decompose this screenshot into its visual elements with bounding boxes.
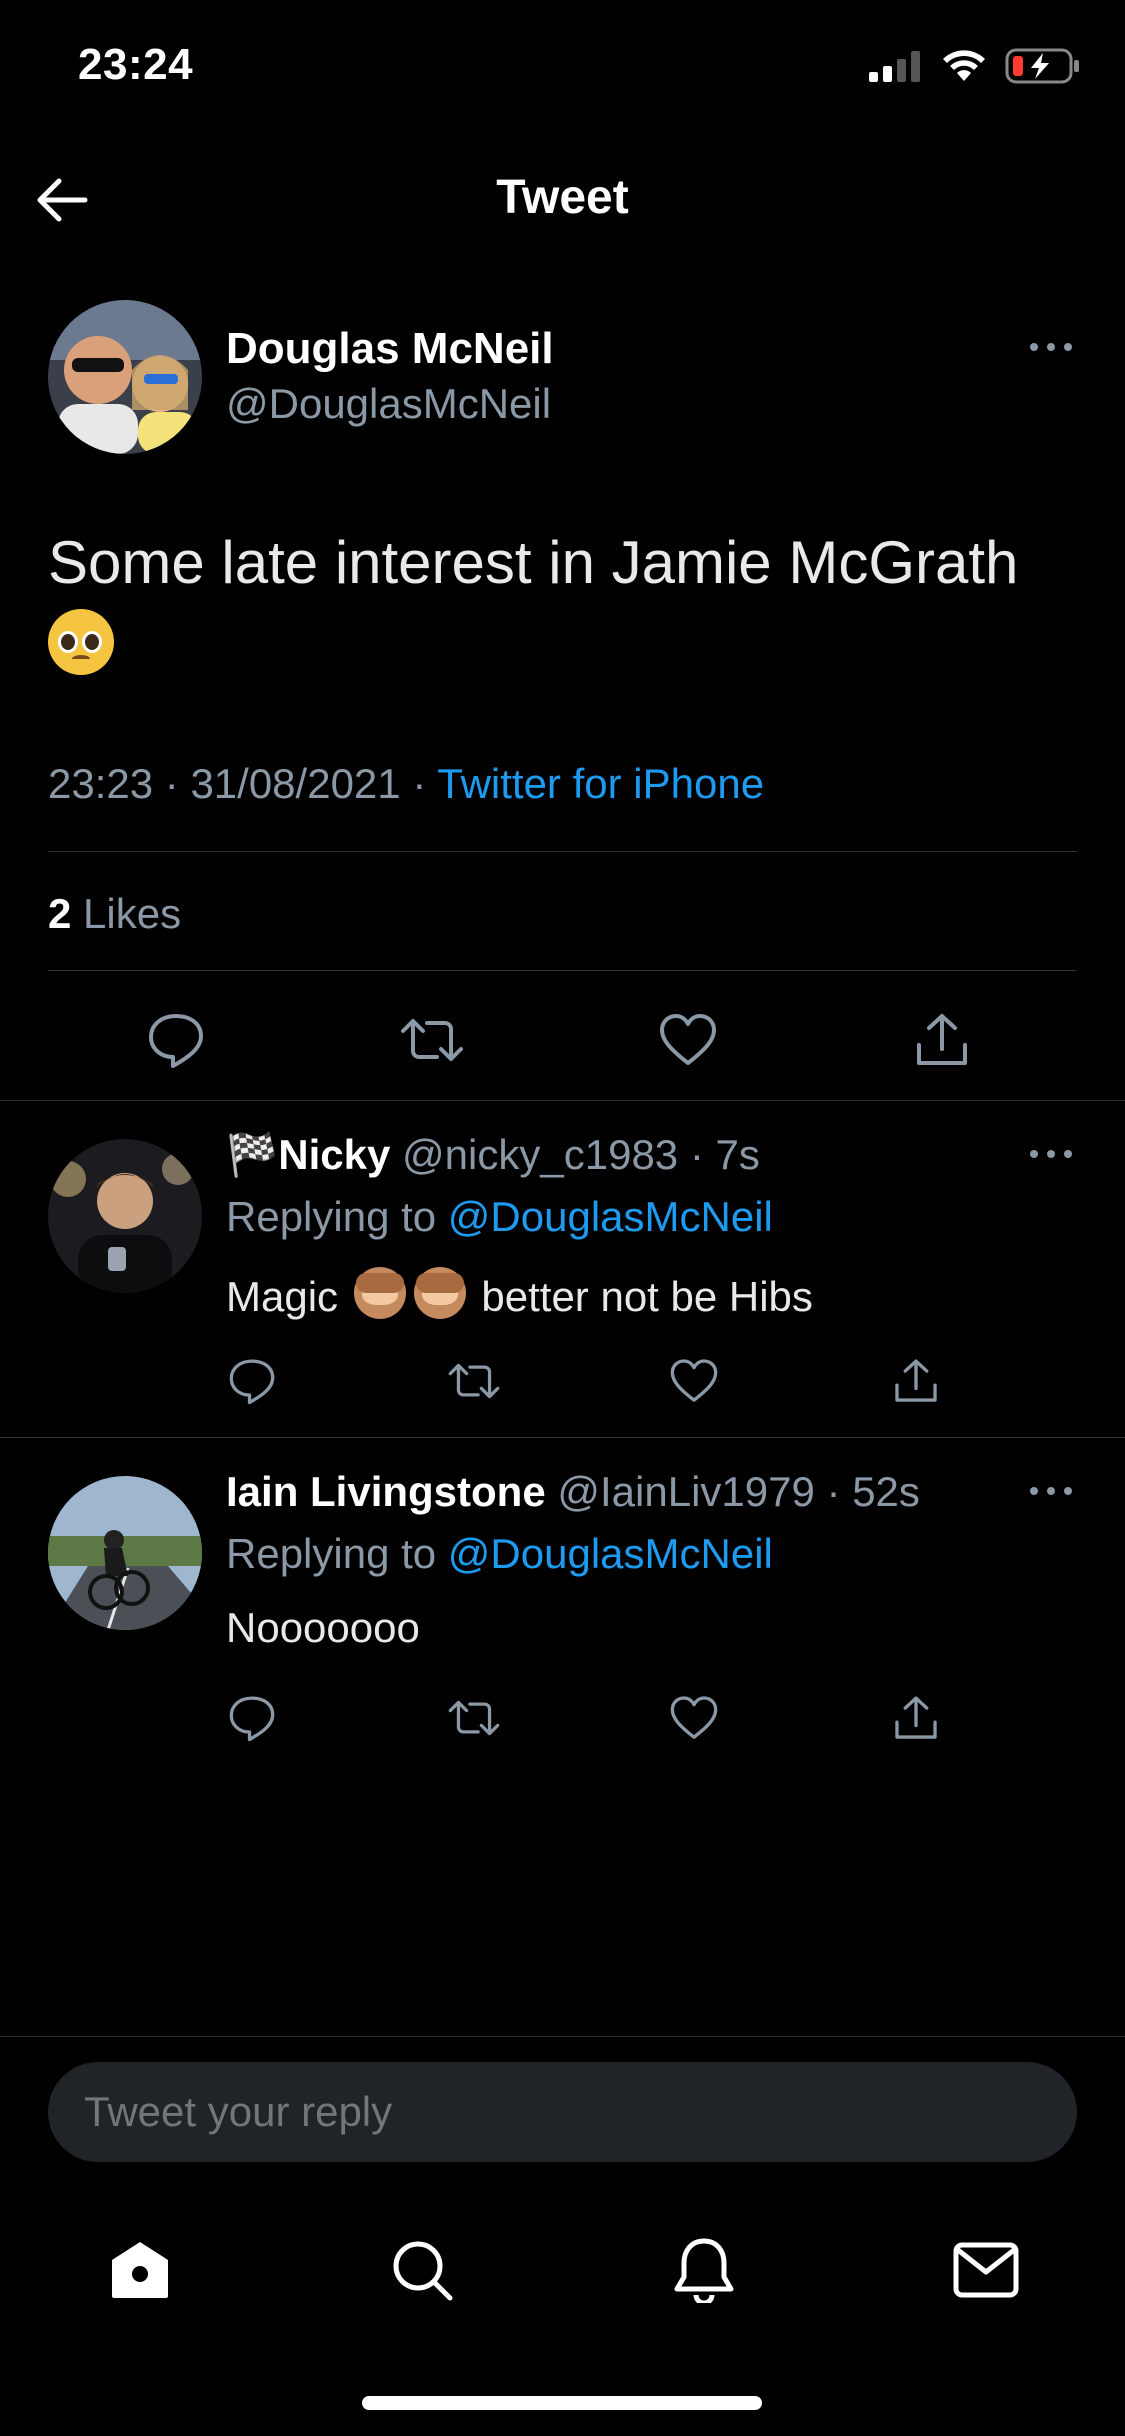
more-button[interactable] xyxy=(1029,1147,1073,1165)
reply-header: 🏁Nicky @nicky_c1983 · 7s xyxy=(226,1131,760,1178)
reply-time: 52s xyxy=(852,1468,920,1515)
share-icon xyxy=(917,1014,967,1065)
share-icon xyxy=(895,1359,937,1402)
retweet-icon xyxy=(448,1700,500,1736)
reply-author-handle[interactable]: @IainLiv1979 xyxy=(557,1468,814,1515)
see-no-evil-monkey-emoji xyxy=(413,1267,466,1319)
tweet-text-content: Some late interest in Jamie McGrath xyxy=(48,529,1019,596)
divider xyxy=(48,970,1077,971)
home-icon xyxy=(112,2242,168,2298)
home-indicator[interactable] xyxy=(362,2396,762,2410)
tweet-date: 31/08/2021 xyxy=(190,760,401,807)
divider xyxy=(48,851,1077,852)
retweet-button[interactable] xyxy=(442,1686,506,1750)
mail-icon xyxy=(953,2242,1019,2298)
share-button[interactable] xyxy=(902,1000,982,1080)
tweet-text: Some late interest in Jamie McGrath xyxy=(48,522,1088,686)
likes-number: 2 xyxy=(48,890,72,937)
author-name[interactable]: Douglas McNeil xyxy=(226,324,554,374)
tweet-source-link[interactable]: Twitter for iPhone xyxy=(437,760,764,807)
replying-to: Replying to @DouglasMcNeil xyxy=(226,1193,773,1241)
signal-icon xyxy=(869,51,920,82)
reply-author-name[interactable]: Nicky xyxy=(278,1131,390,1178)
more-icon xyxy=(1030,343,1072,351)
replying-prefix: Replying to xyxy=(226,1530,437,1577)
battery-charging-icon xyxy=(1005,48,1079,84)
status-bar: 23:24 xyxy=(0,0,1125,140)
nav-search[interactable] xyxy=(372,2220,472,2320)
like-button[interactable] xyxy=(662,1686,726,1750)
share-button[interactable] xyxy=(884,1349,948,1413)
reply-composer[interactable] xyxy=(48,2062,1077,2162)
heart-icon xyxy=(670,1696,718,1739)
reply-tweet[interactable]: Iain Livingstone @IainLiv1979 · 52s Repl… xyxy=(0,1438,1125,1774)
header: Tweet xyxy=(0,140,1125,256)
reply-input[interactable] xyxy=(48,2062,1077,2162)
tweet-time: 23:23 xyxy=(48,760,154,807)
reply-text-before: Magic xyxy=(226,1273,339,1320)
bell-icon xyxy=(674,2238,734,2303)
more-button[interactable] xyxy=(1029,340,1073,358)
reply-author-handle[interactable]: @nicky_c1983 xyxy=(402,1131,678,1178)
reply-text-after: better not be Hibs xyxy=(481,1273,813,1320)
wifi-icon xyxy=(943,50,985,81)
reply-action-bar xyxy=(0,1686,1125,1750)
reply-icon xyxy=(229,1696,275,1742)
reply-icon xyxy=(229,1359,275,1405)
reply-button[interactable] xyxy=(220,1349,284,1413)
reply-button[interactable] xyxy=(136,1000,216,1080)
heart-icon xyxy=(660,1014,716,1065)
avatar[interactable] xyxy=(48,300,202,454)
search-icon xyxy=(393,2241,453,2301)
reply-tweet[interactable]: 🏁Nicky @nicky_c1983 · 7s Replying to @Do… xyxy=(0,1101,1125,1437)
see-no-evil-monkey-emoji xyxy=(353,1267,406,1319)
flag-emoji: 🏁 xyxy=(226,1131,279,1178)
share-icon xyxy=(895,1696,937,1739)
reply-author-name[interactable]: Iain Livingstone xyxy=(226,1468,546,1515)
tweet-action-bar xyxy=(0,1000,1125,1080)
bottom-nav xyxy=(0,2220,1125,2340)
more-icon xyxy=(1030,1487,1072,1495)
retweet-icon xyxy=(401,1019,463,1061)
author-handle[interactable]: @DouglasMcNeil xyxy=(226,380,551,428)
nav-home[interactable] xyxy=(90,2220,190,2320)
more-button[interactable] xyxy=(1029,1484,1073,1502)
likes-label: Likes xyxy=(83,890,182,937)
replying-prefix: Replying to xyxy=(226,1193,437,1240)
nav-notifications[interactable] xyxy=(654,2220,754,2320)
avatar[interactable] xyxy=(48,1476,202,1630)
reply-icon xyxy=(149,1014,203,1068)
reply-text: Magic better not be Hibs xyxy=(226,1267,813,1321)
retweet-button[interactable] xyxy=(392,1000,472,1080)
pleading-face-emoji xyxy=(48,609,114,675)
likes-count[interactable]: 2 Likes xyxy=(48,890,181,938)
heart-icon xyxy=(670,1359,718,1402)
nav-messages[interactable] xyxy=(936,2220,1036,2320)
page-title: Tweet xyxy=(496,171,629,224)
like-button[interactable] xyxy=(648,1000,728,1080)
retweet-button[interactable] xyxy=(442,1349,506,1413)
reply-action-bar xyxy=(0,1349,1125,1413)
reply-button[interactable] xyxy=(220,1686,284,1750)
divider xyxy=(0,2036,1125,2037)
replying-to: Replying to @DouglasMcNeil xyxy=(226,1530,773,1578)
reply-text: Nooooooo xyxy=(226,1604,420,1651)
mention-link[interactable]: @DouglasMcNeil xyxy=(448,1193,773,1240)
tweet-meta: 23:23 · 31/08/2021 · Twitter for iPhone xyxy=(48,760,765,807)
share-button[interactable] xyxy=(884,1686,948,1750)
mention-link[interactable]: @DouglasMcNeil xyxy=(448,1530,773,1577)
avatar[interactable] xyxy=(48,1139,202,1293)
reply-header: Iain Livingstone @IainLiv1979 · 52s xyxy=(226,1468,920,1515)
status-time: 23:24 xyxy=(78,40,194,89)
retweet-icon xyxy=(448,1363,500,1399)
more-icon xyxy=(1030,1150,1072,1158)
reply-time: 7s xyxy=(715,1131,760,1178)
status-icons xyxy=(869,48,1081,84)
like-button[interactable] xyxy=(662,1349,726,1413)
